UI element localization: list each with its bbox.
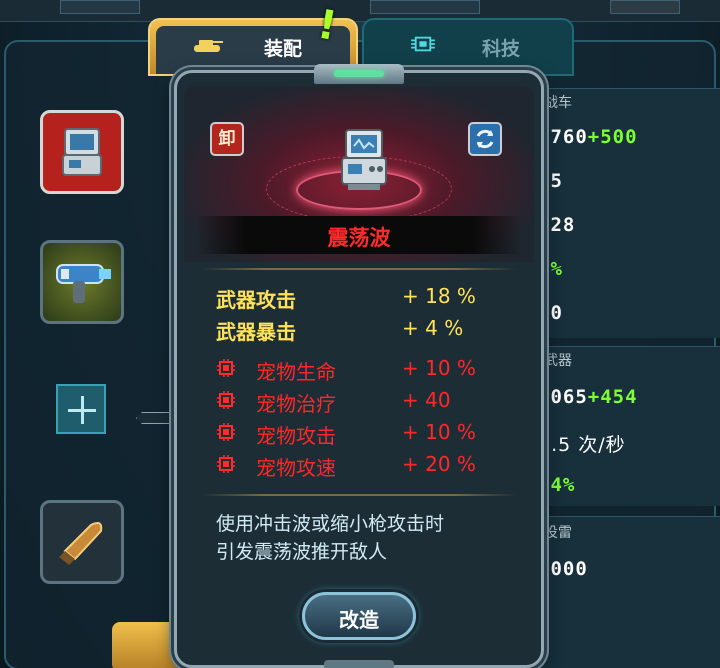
stat-weapon-attack-label: 武器攻击 bbox=[216, 288, 296, 312]
weapon-attack-value: 2065+454 bbox=[538, 386, 638, 408]
mine-damage-value: 7000 bbox=[538, 558, 588, 580]
stat-pet-heal-label: 宠物治疗 bbox=[256, 392, 336, 416]
weapon-header: 武器 bbox=[544, 353, 572, 369]
description-line: 使用冲击波或缩小枪攻击时 bbox=[216, 513, 445, 535]
tank-icon bbox=[194, 40, 223, 52]
chip-bullet-icon bbox=[217, 391, 235, 409]
chip-bullet-icon bbox=[217, 359, 235, 377]
stat-pet-heal-value: + 40 bbox=[402, 388, 451, 412]
refresh-button[interactable] bbox=[468, 122, 502, 156]
stat-weapon-crit-label: 武器暴击 bbox=[216, 320, 296, 344]
monitor-device-icon bbox=[341, 129, 387, 190]
top-decoration bbox=[370, 0, 480, 14]
item-detail-popup: 卸 震荡波 武器攻击 + 18 % 武器暴击 + 4 % 宠物生命 + 10 %… bbox=[174, 64, 544, 668]
stat-weapon-crit-value: + 4 % bbox=[402, 316, 464, 340]
stat-pet-speed-label: 宠物攻速 bbox=[256, 456, 336, 480]
empty-slot-plus-icon[interactable] bbox=[56, 384, 106, 434]
divider bbox=[202, 268, 516, 270]
chariot-header: 战车 bbox=[544, 95, 572, 111]
equip-slot-gun[interactable] bbox=[40, 240, 124, 324]
popup-bottom-cap bbox=[324, 660, 394, 668]
currency-icon[interactable] bbox=[610, 0, 680, 14]
chip-bullet-icon bbox=[217, 455, 235, 473]
stat-pet-attack-value: + 10 % bbox=[402, 420, 476, 444]
top-decoration bbox=[60, 0, 140, 14]
stat-weapon-attack-value: + 18 % bbox=[402, 284, 476, 308]
stat-pet-speed-value: + 20 % bbox=[402, 452, 476, 476]
chip-icon bbox=[411, 36, 435, 52]
unequip-button[interactable]: 卸 bbox=[210, 122, 244, 156]
bullet-shell-icon bbox=[59, 522, 103, 565]
blaster-gun-icon bbox=[56, 264, 111, 303]
item-name: 震荡波 bbox=[327, 226, 391, 250]
equip-slot-ammo[interactable] bbox=[40, 500, 124, 584]
equip-slot-device[interactable] bbox=[40, 110, 124, 194]
tab-tech-label: 科技 bbox=[482, 38, 521, 60]
monitor-device-icon bbox=[62, 128, 102, 176]
stat-pet-hp-value: + 10 % bbox=[402, 356, 476, 380]
popup-top-cap bbox=[314, 64, 404, 84]
divider bbox=[202, 494, 516, 496]
tab-equip-label: 装配 bbox=[264, 38, 303, 60]
refresh-icon bbox=[476, 129, 494, 149]
description-line: 引发震荡波推开敌人 bbox=[216, 541, 388, 563]
mine-header: 投雷 bbox=[544, 525, 572, 541]
stat-pet-hp-label: 宠物生命 bbox=[256, 360, 336, 384]
chip-bullet-icon bbox=[217, 423, 235, 441]
modify-button[interactable]: 改造 bbox=[302, 592, 416, 640]
chariot-value: 4760+500 bbox=[538, 126, 638, 148]
item-name-bar: 震荡波 bbox=[196, 216, 522, 254]
stat-pet-attack-label: 宠物攻击 bbox=[256, 424, 336, 448]
item-description: 使用冲击波或缩小枪攻击时 引发震荡波推开敌人 bbox=[216, 510, 526, 566]
weapon-speed-value: 3.5 次/秒 bbox=[538, 434, 626, 456]
modify-button-label: 改造 bbox=[339, 608, 379, 632]
